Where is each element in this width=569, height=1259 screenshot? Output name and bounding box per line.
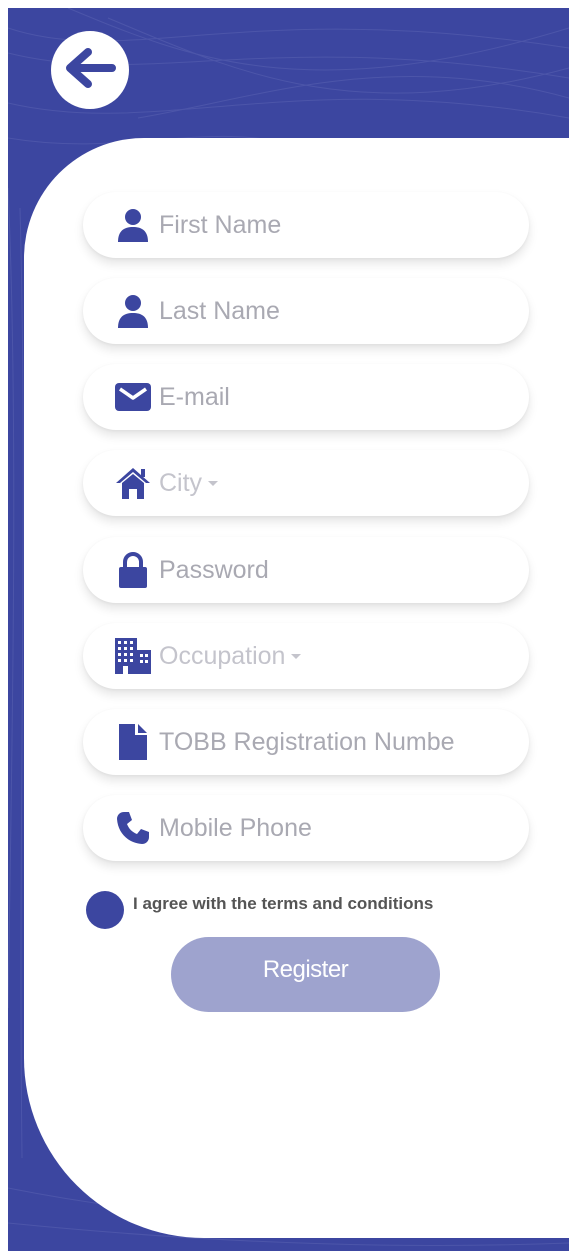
chevron-down-icon <box>208 480 219 486</box>
user-icon <box>115 293 151 329</box>
tobb-registration-field[interactable]: TOBB Registration Numbe <box>83 709 529 775</box>
city-placeholder: City <box>159 468 203 497</box>
email-field[interactable]: E-mail <box>83 364 529 430</box>
register-button[interactable]: Register <box>171 937 440 1012</box>
last-name-field[interactable]: Last Name <box>83 278 529 344</box>
file-icon <box>115 724 151 760</box>
building-icon <box>115 638 151 674</box>
password-field[interactable]: Password <box>83 537 529 603</box>
home-icon <box>115 465 151 501</box>
password-placeholder: Password <box>159 555 269 584</box>
occupation-placeholder: Occupation <box>159 641 286 670</box>
first-name-placeholder: First Name <box>159 210 282 239</box>
occupation-select[interactable]: Occupation <box>83 623 529 689</box>
city-select[interactable]: City <box>83 450 529 516</box>
first-name-field[interactable]: First Name <box>83 192 529 258</box>
mobile-phone-placeholder: Mobile Phone <box>159 813 312 842</box>
last-name-placeholder: Last Name <box>159 296 280 325</box>
terms-label[interactable]: I agree with the terms and conditions <box>133 894 433 914</box>
envelope-icon <box>115 379 151 415</box>
tobb-registration-placeholder: TOBB Registration Numbe <box>159 727 455 756</box>
mobile-phone-field[interactable]: Mobile Phone <box>83 795 529 861</box>
user-icon <box>115 207 151 243</box>
terms-checkbox[interactable] <box>86 891 124 929</box>
arrow-left-icon <box>64 47 116 93</box>
chevron-down-icon <box>291 653 302 659</box>
back-button[interactable] <box>51 31 129 109</box>
email-placeholder: E-mail <box>159 382 230 411</box>
phone-icon <box>115 810 151 846</box>
lock-icon <box>115 552 151 588</box>
